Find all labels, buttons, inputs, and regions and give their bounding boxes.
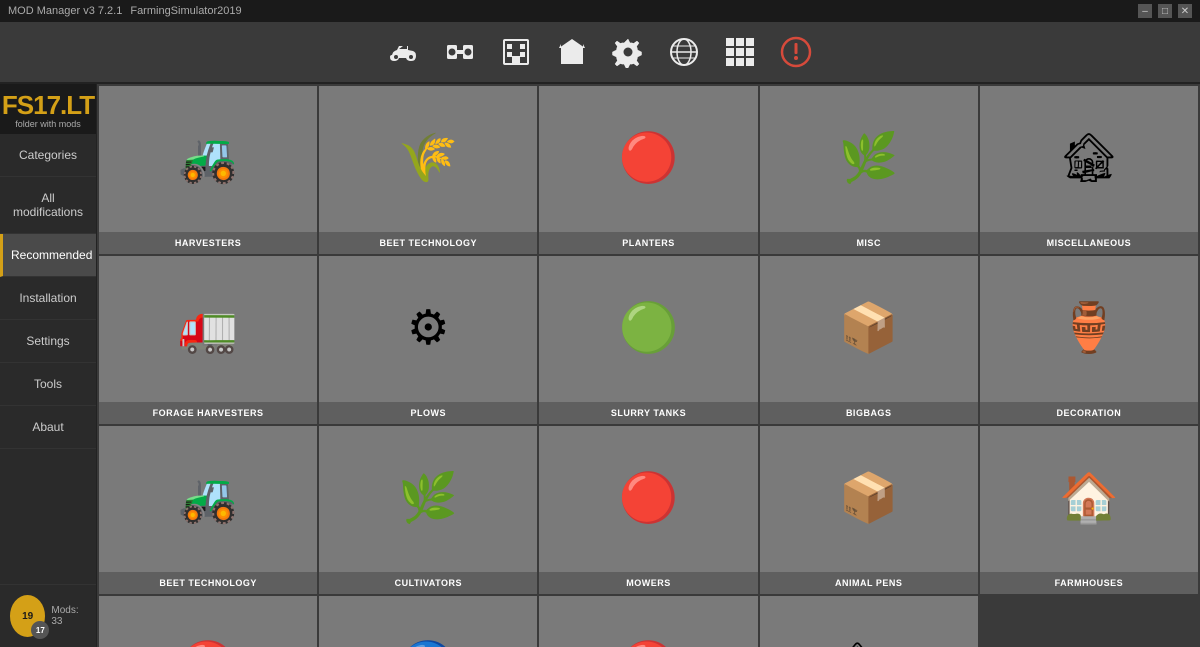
category-item-slurry-tanks[interactable]: 🟢 SLURRY TANKS	[539, 256, 757, 424]
version-sub: 17	[31, 621, 49, 639]
category-icon-harvesters: 🚜	[178, 135, 238, 183]
category-label-beet-technology: BEET TECHNOLOGY	[319, 232, 537, 254]
category-item-beet-technology-2[interactable]: 🚜 BEET TECHNOLOGY	[99, 426, 317, 594]
title-bar: MOD Manager v3 7.2.1 FarmingSimulator201…	[0, 0, 1200, 22]
minimize-button[interactable]: –	[1138, 4, 1152, 18]
category-item-animal-pens[interactable]: 📦 ANIMAL PENS	[760, 426, 978, 594]
categories-grid: 🚜 HARVESTERS 🌾 BEET TECHNOLOGY 🔴 PLANTER…	[99, 86, 1198, 647]
content-area: 🚜 HARVESTERS 🌾 BEET TECHNOLOGY 🔴 PLANTER…	[97, 84, 1200, 647]
settings-icon[interactable]	[609, 33, 647, 71]
category-label-mowers: MOWERS	[539, 572, 757, 594]
tractor-icon[interactable]	[385, 33, 423, 71]
globe-icon[interactable]	[665, 33, 703, 71]
category-label-bigbags: BIGBAGS	[760, 402, 978, 424]
category-icon-farmhouses: 🏠	[1059, 475, 1119, 523]
sidebar-item-categories[interactable]: Categories	[0, 134, 96, 177]
sidebar-item-tools[interactable]: Tools	[0, 363, 96, 406]
category-label-cultivators: CULTIVATORS	[319, 572, 537, 594]
close-button[interactable]: ✕	[1178, 4, 1192, 18]
category-icon-decoration: 🏺	[1059, 305, 1119, 353]
category-label-misc: MISC	[760, 232, 978, 254]
category-icon-slurry-tanks: 🟢	[619, 305, 679, 353]
category-item-miscellaneous[interactable]: 🏚 MISCELLANEOUS	[980, 86, 1198, 254]
category-label-slurry-tanks: SLURRY TANKS	[539, 402, 757, 424]
category-label-planters: PLANTERS	[539, 232, 757, 254]
category-icon-forage-harvesters: 🚛	[178, 305, 238, 353]
version-badge: 19 17	[10, 595, 45, 637]
category-item-disc-harrows[interactable]: 🔵 DISC HARROWS	[319, 596, 537, 647]
category-item-tedders[interactable]: 🔴 TEDDERS	[539, 596, 757, 647]
sidebar-item-settings[interactable]: Settings	[0, 320, 96, 363]
category-icon-miscellaneous: 🏚	[1058, 135, 1119, 183]
version-main: 19	[22, 611, 33, 622]
category-item-plows[interactable]: ⚙ PLOWS	[319, 256, 537, 424]
logo-text: FS17.LT	[2, 90, 94, 121]
sidebar-item-installation[interactable]: Installation	[0, 277, 96, 320]
category-item-mowers[interactable]: 🔴 MOWERS	[539, 426, 757, 594]
category-item-decoration[interactable]: 🏺 DECORATION	[980, 256, 1198, 424]
category-icon-cultivators: 🌿	[398, 475, 458, 523]
grid-icon[interactable]	[721, 33, 759, 71]
maximize-button[interactable]: □	[1158, 4, 1172, 18]
category-label-decoration: DECORATION	[980, 402, 1198, 424]
sidebar-bottom: 19 17 Mods: 33	[0, 584, 96, 647]
category-icon-misc: 🌿	[839, 135, 899, 183]
sidebar: FS17.LT folder with mods CategoriesAll m…	[0, 84, 97, 647]
building-icon[interactable]	[497, 33, 535, 71]
category-icon-plows: ⚙	[407, 305, 450, 353]
category-label-farmhouses: FARMHOUSES	[980, 572, 1198, 594]
mods-count: Mods: 33	[51, 605, 86, 627]
main-layout: FS17.LT folder with mods CategoriesAll m…	[0, 84, 1200, 647]
category-item-cultivators[interactable]: 🌿 CULTIVATORS	[319, 426, 537, 594]
category-item-farmhouses[interactable]: 🏠 FARMHOUSES	[980, 426, 1198, 594]
category-item-bigbags[interactable]: 📦 BIGBAGS	[760, 256, 978, 424]
category-label-miscellaneous: MISCELLANEOUS	[980, 232, 1198, 254]
sidebar-nav: CategoriesAll modificationsRecommendedIn…	[0, 134, 96, 584]
category-item-headers[interactable]: 🔴 HEADERS	[99, 596, 317, 647]
category-label-animal-pens: ANIMAL PENS	[760, 572, 978, 594]
category-icon-mowers: 🔴	[619, 475, 679, 523]
category-icon-beet-technology: 🌾	[398, 135, 458, 183]
sidebar-item-about[interactable]: Abaut	[0, 406, 96, 449]
category-icon-animal-pens: 📦	[839, 475, 899, 523]
category-icon-planters: 🔴	[619, 135, 679, 183]
category-icon-bigbags: 📦	[839, 305, 899, 353]
toolbar	[0, 22, 1200, 84]
category-item-silos[interactable]: 🏗 SILOS	[760, 596, 978, 647]
category-label-beet-technology-2: BEET TECHNOLOGY	[99, 572, 317, 594]
category-icon-beet-technology-2: 🚜	[178, 475, 238, 523]
category-item-forage-harvesters[interactable]: 🚛 FORAGE HARVESTERS	[99, 256, 317, 424]
title-bar-left: MOD Manager v3 7.2.1 FarmingSimulator201…	[8, 5, 242, 17]
category-item-planters[interactable]: 🔴 PLANTERS	[539, 86, 757, 254]
category-item-harvesters[interactable]: 🚜 HARVESTERS	[99, 86, 317, 254]
barn-icon[interactable]	[553, 33, 591, 71]
category-item-beet-technology[interactable]: 🌾 BEET TECHNOLOGY	[319, 86, 537, 254]
app-name: MOD Manager v3 7.2.1	[8, 5, 122, 17]
logo-subtitle: folder with mods	[2, 119, 94, 129]
title-bar-controls: – □ ✕	[1138, 4, 1192, 18]
category-item-misc[interactable]: 🌿 MISC	[760, 86, 978, 254]
camera-icon[interactable]	[441, 33, 479, 71]
sidebar-item-all-modifications[interactable]: All modifications	[0, 177, 96, 234]
logo: FS17.LT folder with mods	[0, 84, 96, 134]
sidebar-item-recommended[interactable]: Recommended	[0, 234, 96, 277]
category-item-empty1	[980, 596, 1198, 647]
game-name: FarmingSimulator2019	[130, 5, 241, 17]
category-label-harvesters: HARVESTERS	[99, 232, 317, 254]
alert-icon[interactable]	[777, 33, 815, 71]
category-label-plows: PLOWS	[319, 402, 537, 424]
category-label-forage-harvesters: FORAGE HARVESTERS	[99, 402, 317, 424]
